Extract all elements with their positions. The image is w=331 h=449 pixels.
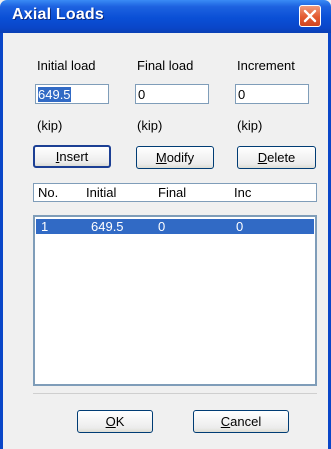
- final-load-label: Final load: [137, 58, 194, 73]
- final-load-input[interactable]: 0: [135, 84, 209, 104]
- initial-load-value: 649.5: [38, 87, 71, 102]
- initial-load-unit: (kip): [37, 118, 63, 133]
- modify-label-post: odify: [166, 150, 195, 165]
- delete-button[interactable]: Delete: [237, 146, 316, 169]
- insert-label-post: nsert: [59, 149, 89, 164]
- title-bar[interactable]: Axial Loads: [0, 0, 331, 33]
- column-header-no: No.: [38, 185, 59, 200]
- cancel-label-post: ancel: [230, 414, 262, 429]
- window-title: Axial Loads: [12, 6, 105, 23]
- cancel-label-accel: C: [220, 414, 231, 429]
- row-inc: 0: [236, 219, 244, 234]
- list-header: No. Initial Final Inc: [33, 183, 317, 202]
- row-no: 1: [41, 219, 49, 234]
- column-header-final: Final: [158, 185, 187, 200]
- row-initial: 649.5: [91, 219, 124, 234]
- list-item[interactable]: 1 649.5 0 0: [36, 219, 314, 234]
- delete-label-accel: D: [257, 150, 268, 165]
- modify-button[interactable]: Modify: [136, 146, 214, 169]
- cancel-button[interactable]: Cancel: [193, 410, 289, 433]
- ok-label-accel: O: [105, 414, 116, 429]
- initial-load-input[interactable]: 649.5: [35, 84, 109, 104]
- increment-label: Increment: [237, 58, 295, 73]
- increment-unit: (kip): [237, 118, 263, 133]
- loads-list[interactable]: 1 649.5 0 0: [33, 215, 317, 386]
- initial-load-label: Initial load: [37, 58, 96, 73]
- ok-label-post: K: [115, 414, 125, 429]
- modify-label-accel: M: [155, 150, 167, 165]
- column-header-initial: Initial: [86, 185, 117, 200]
- increment-input[interactable]: 0: [235, 84, 309, 104]
- ok-button[interactable]: OK: [77, 410, 153, 433]
- increment-value: 0: [238, 87, 246, 102]
- divider: [33, 393, 317, 394]
- close-button[interactable]: [299, 5, 321, 27]
- delete-label-post: elete: [267, 150, 296, 165]
- window-frame-left: [0, 33, 3, 449]
- final-load-unit: (kip): [137, 118, 163, 133]
- insert-button[interactable]: Insert: [33, 145, 111, 168]
- axial-loads-dialog: Axial Loads Initial load Final load Incr…: [0, 0, 331, 449]
- column-header-inc: Inc: [234, 185, 252, 200]
- row-final: 0: [158, 219, 166, 234]
- close-icon: [303, 9, 317, 23]
- final-load-value: 0: [138, 87, 146, 102]
